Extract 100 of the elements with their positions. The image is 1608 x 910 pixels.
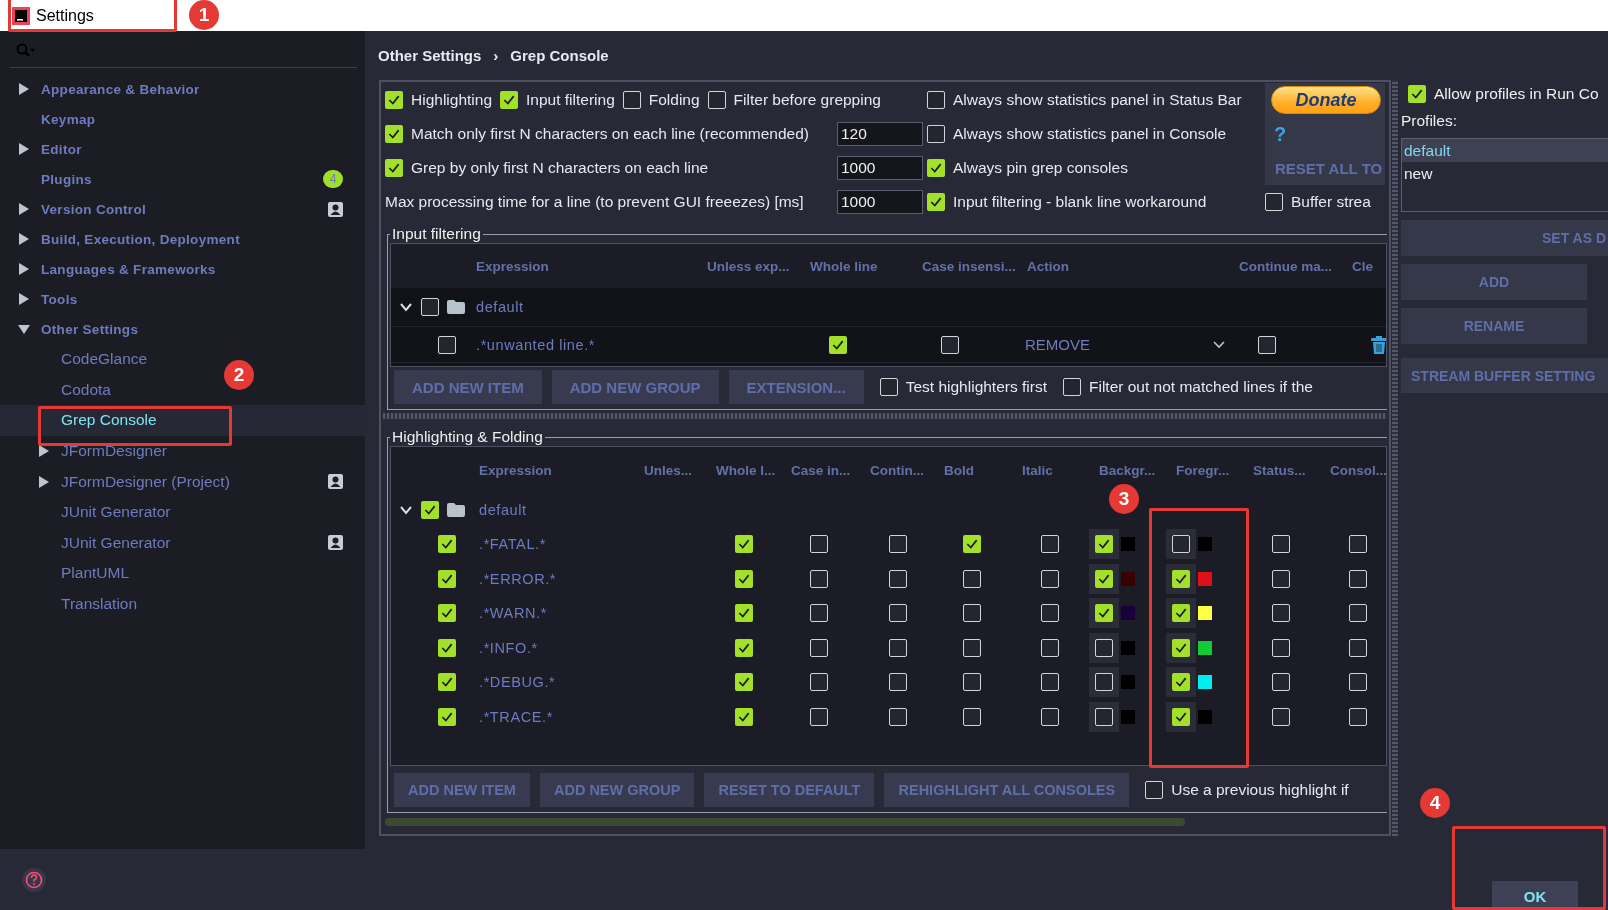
tree-item[interactable]: Codota	[61, 380, 111, 399]
tree-item[interactable]: Version Control	[41, 201, 146, 217]
column-header[interactable]: Contin...	[868, 462, 942, 478]
column-header[interactable]: Case insensi...	[920, 258, 1025, 274]
checkbox[interactable]	[1265, 193, 1283, 211]
checkbox[interactable]	[1145, 781, 1164, 799]
expand-arrow-icon[interactable]	[18, 263, 30, 275]
checkbox[interactable]	[810, 673, 828, 692]
profile-button[interactable]: RENAME	[1401, 308, 1587, 344]
checkbox[interactable]	[810, 604, 828, 623]
number-field[interactable]: 1000	[837, 156, 923, 180]
color-swatch[interactable]	[1198, 537, 1212, 552]
expand-arrow-icon[interactable]	[18, 293, 30, 305]
checkbox[interactable]	[889, 535, 907, 554]
checkbox[interactable]	[810, 707, 828, 726]
profile-button[interactable]: SET AS D	[1401, 220, 1608, 256]
checkbox[interactable]	[1041, 535, 1059, 554]
color-swatch[interactable]	[1121, 537, 1135, 552]
checkbox[interactable]	[963, 673, 981, 692]
color-swatch[interactable]	[1198, 709, 1212, 724]
checkbox[interactable]	[438, 335, 456, 354]
checkbox[interactable]	[1172, 604, 1190, 623]
column-header[interactable]: Bold	[942, 462, 1020, 478]
column-header[interactable]: Continue ma...	[1237, 258, 1350, 274]
checkbox[interactable]	[735, 638, 753, 657]
checkbox[interactable]	[438, 707, 456, 726]
trash-icon[interactable]	[1371, 335, 1386, 354]
expand-arrow-icon[interactable]	[18, 203, 30, 215]
checkbox[interactable]	[963, 604, 981, 623]
checkbox[interactable]	[735, 707, 753, 726]
color-swatch[interactable]	[1198, 675, 1212, 690]
checkbox[interactable]	[927, 125, 945, 143]
checkbox[interactable]	[889, 707, 907, 726]
color-swatch[interactable]	[1198, 640, 1212, 655]
tree-item[interactable]: Appearance & Behavior	[41, 81, 200, 97]
expand-arrow-icon[interactable]	[18, 323, 30, 335]
action-button[interactable]: ADD NEW ITEM	[394, 370, 542, 404]
checkbox[interactable]	[889, 673, 907, 692]
checkbox[interactable]	[385, 91, 403, 109]
checkbox[interactable]	[1272, 638, 1290, 657]
checkbox[interactable]	[1041, 673, 1059, 692]
checkbox[interactable]	[963, 707, 981, 726]
checkbox[interactable]	[889, 604, 907, 623]
color-swatch[interactable]	[1121, 571, 1135, 586]
checkbox[interactable]	[707, 91, 726, 109]
column-header[interactable]: Expression	[474, 258, 705, 274]
action-button[interactable]: EXTENSION...	[728, 370, 864, 404]
column-header[interactable]: Expression	[477, 462, 642, 478]
checkbox[interactable]	[810, 535, 828, 554]
checkbox[interactable]	[1063, 378, 1081, 396]
tree-item[interactable]: JUnit Generator	[61, 533, 171, 552]
help-link[interactable]: ?	[1274, 122, 1287, 146]
checkbox[interactable]	[385, 159, 403, 177]
checkbox[interactable]	[1408, 85, 1426, 103]
checkbox[interactable]	[1349, 673, 1367, 692]
checkbox[interactable]	[1095, 535, 1113, 554]
tree-item[interactable]: Plugins	[41, 171, 92, 187]
tree-item[interactable]: JFormDesigner	[61, 442, 167, 461]
checkbox[interactable]	[1172, 569, 1190, 588]
checkbox[interactable]	[1095, 707, 1113, 726]
horizontal-scrollbar[interactable]	[385, 818, 1185, 826]
checkbox[interactable]	[927, 159, 945, 177]
checkbox[interactable]	[889, 638, 907, 657]
column-header[interactable]: Whole line	[808, 258, 920, 274]
checkbox[interactable]	[963, 638, 981, 657]
column-header[interactable]: Case in...	[789, 462, 868, 478]
color-swatch[interactable]	[1198, 571, 1212, 586]
tree-item[interactable]: JFormDesigner (Project)	[61, 472, 230, 491]
checkbox[interactable]	[438, 535, 456, 554]
action-button[interactable]: ADD NEW GROUP	[551, 370, 719, 404]
checkbox[interactable]	[810, 569, 828, 588]
action-dropdown[interactable]: REMOVE	[1025, 336, 1225, 353]
expand-arrow-icon[interactable]	[38, 475, 50, 488]
checkbox[interactable]	[1172, 707, 1190, 726]
action-button[interactable]: ADD NEW GROUP	[539, 773, 695, 807]
action-button[interactable]: ADD NEW ITEM	[394, 773, 530, 807]
tree-item[interactable]: Grep Console	[61, 411, 157, 430]
checkbox[interactable]	[1095, 604, 1113, 623]
tree-item[interactable]: Translation	[61, 595, 138, 614]
checkbox[interactable]	[810, 638, 828, 657]
checkbox[interactable]	[438, 638, 456, 657]
checkbox[interactable]	[879, 378, 898, 396]
checkbox[interactable]	[1349, 569, 1367, 588]
column-header[interactable]: Italic	[1020, 462, 1097, 478]
action-button[interactable]: RESET TO DEFAULT	[704, 773, 875, 807]
column-header[interactable]: Unles...	[642, 462, 714, 478]
checkbox[interactable]	[1172, 535, 1190, 554]
expand-arrow-icon[interactable]	[18, 143, 30, 155]
column-header[interactable]: Whole l...	[714, 462, 789, 478]
color-swatch[interactable]	[1121, 640, 1135, 655]
column-header[interactable]: Consol...	[1328, 462, 1386, 478]
checkbox[interactable]	[500, 91, 518, 109]
checkbox[interactable]	[735, 673, 753, 692]
breadcrumb-item[interactable]: Other Settings	[378, 47, 482, 64]
checkbox[interactable]	[1095, 569, 1113, 588]
tree-item[interactable]: Editor	[41, 141, 82, 157]
profile-button[interactable]: ADD	[1401, 264, 1587, 300]
checkbox[interactable]	[1095, 673, 1113, 692]
checkbox[interactable]	[735, 604, 753, 623]
checkbox[interactable]	[438, 604, 456, 623]
